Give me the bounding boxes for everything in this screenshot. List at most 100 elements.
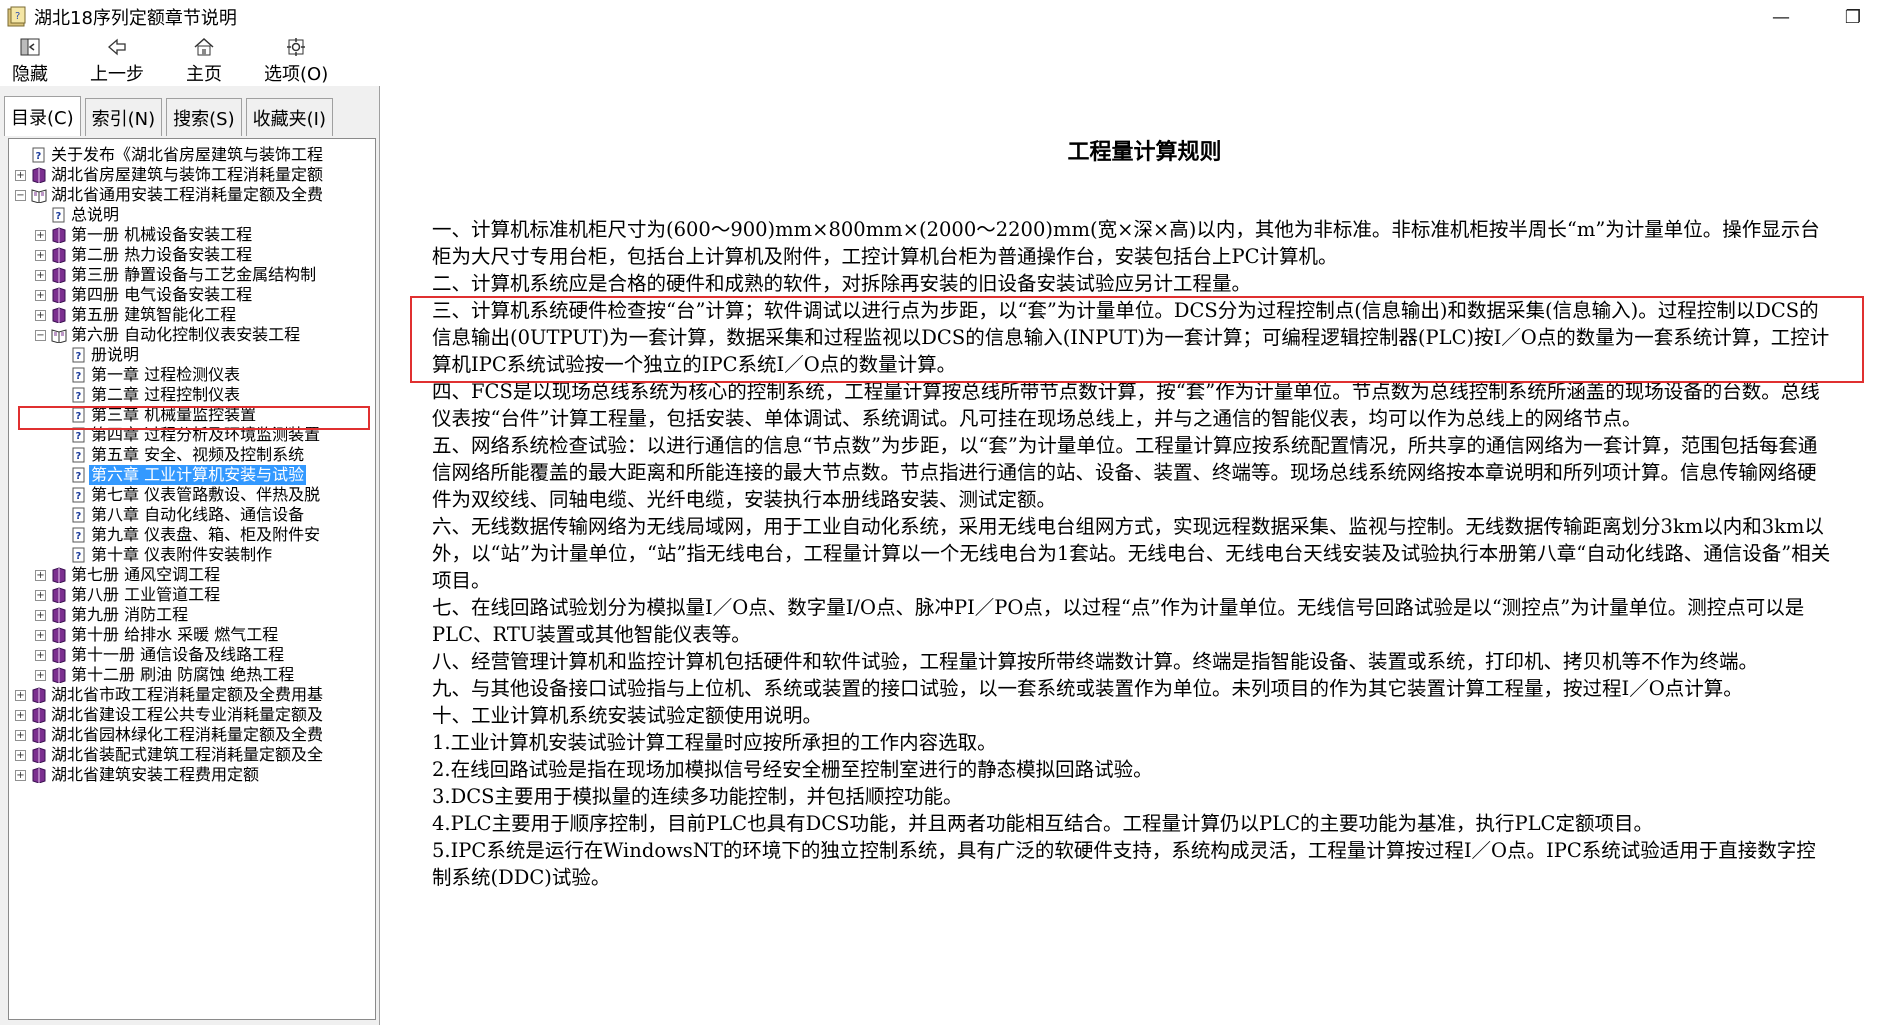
- expand-icon[interactable]: +: [35, 250, 46, 261]
- help-page-icon: ?: [71, 467, 87, 483]
- tree-item[interactable]: + 第七册 通风空调工程: [9, 565, 375, 585]
- content-pane[interactable]: 工程量计算规则 一、计算机标准机柜尺寸为(600～900)mm×800mm×(2…: [384, 86, 1889, 1025]
- help-page-icon: ?: [71, 347, 87, 363]
- tree-item[interactable]: ? 第一章 过程检测仪表: [9, 365, 375, 385]
- help-page-icon: ?: [71, 547, 87, 563]
- expand-icon[interactable]: +: [15, 750, 26, 761]
- book-closed-icon: [51, 587, 67, 604]
- tree-item[interactable]: + 第十一册 通信设备及线路工程: [9, 645, 375, 665]
- help-page-icon: ?: [31, 147, 47, 163]
- home-button[interactable]: 主页: [186, 36, 222, 86]
- maximize-button[interactable]: ❐: [1817, 0, 1889, 34]
- tree-item[interactable]: + 湖北省建筑安装工程费用定额: [9, 765, 375, 785]
- expand-icon[interactable]: +: [35, 270, 46, 281]
- tree-item[interactable]: + 第十册 给排水 采暖 燃气工程: [9, 625, 375, 645]
- tree-item[interactable]: ? 第十章 仪表附件安装制作: [9, 545, 375, 565]
- svg-text:?: ?: [15, 11, 20, 22]
- svg-text:?: ?: [76, 431, 82, 442]
- expand-icon[interactable]: +: [35, 610, 46, 621]
- tree-item[interactable]: ? 第八章 自动化线路、通信设备: [9, 505, 375, 525]
- tree-item[interactable]: ? 关于发布《湖北省房屋建筑与装饰工程: [9, 145, 375, 165]
- svg-text:?: ?: [36, 151, 42, 162]
- tree-item-label: 第十二册 刷油 防腐蚀 绝热工程: [71, 665, 295, 684]
- tree-item-label: 关于发布《湖北省房屋建筑与装饰工程: [51, 145, 324, 164]
- tree-item[interactable]: + 湖北省建设工程公共专业消耗量定额及: [9, 705, 375, 725]
- document-paragraph: 2.在线回路试验是指在现场加模拟信号经安全栅至控制室进行的静态模拟回路试验。: [432, 758, 1153, 781]
- tree-item[interactable]: + 湖北省市政工程消耗量定额及全费用基: [9, 685, 375, 705]
- svg-text:?: ?: [76, 491, 82, 502]
- tree-item[interactable]: + 湖北省房屋建筑与装饰工程消耗量定额: [9, 165, 375, 185]
- svg-text:?: ?: [76, 511, 82, 522]
- book-closed-icon: [51, 627, 67, 644]
- tree-item[interactable]: + 第五册 建筑智能化工程: [9, 305, 375, 325]
- expand-icon[interactable]: +: [35, 570, 46, 581]
- tree-item[interactable]: ? 第七章 仪表管路敷设、伴热及脱: [9, 485, 375, 505]
- expand-icon[interactable]: +: [35, 310, 46, 321]
- book-closed-icon: [51, 567, 67, 584]
- toolbar: 隐藏 上一步 主页 选项(O): [0, 34, 1889, 86]
- tree-item[interactable]: + 湖北省装配式建筑工程消耗量定额及全: [9, 745, 375, 765]
- svg-text:?: ?: [76, 351, 82, 362]
- help-page-icon: ?: [71, 387, 87, 403]
- highlight-annotation-tree: [18, 406, 370, 430]
- book-closed-icon: [31, 687, 47, 704]
- svg-text:?: ?: [76, 551, 82, 562]
- options-button[interactable]: 选项(O): [264, 36, 328, 86]
- tree-item[interactable]: + 第三册 静置设备与工艺金属结构制: [9, 265, 375, 285]
- document-paragraph: 5.IPC系统是运行在WindowsNT的环境下的独立控制系统，具有广泛的软硬件…: [432, 839, 1816, 889]
- tree-item[interactable]: + 第二册 热力设备安装工程: [9, 245, 375, 265]
- tree-item-label: 湖北省建设工程公共专业消耗量定额及: [51, 705, 324, 724]
- tree-item-label: 第九册 消防工程: [71, 605, 189, 624]
- back-button[interactable]: 上一步: [90, 36, 144, 86]
- tree-item[interactable]: ? 第五章 安全、视频及控制系统: [9, 445, 375, 465]
- expand-icon[interactable]: +: [15, 710, 26, 721]
- tree-item-label: 第二册 热力设备安装工程: [71, 245, 253, 264]
- svg-text:?: ?: [76, 371, 82, 382]
- tree-item[interactable]: + 第一册 机械设备安装工程: [9, 225, 375, 245]
- book-closed-icon: [51, 287, 67, 304]
- tree-item[interactable]: ? 册说明: [9, 345, 375, 365]
- document-paragraph: 二、计算机系统应是合格的硬件和成熟的软件，对拆除再安装的旧设备安装试验应另计工程…: [432, 272, 1252, 295]
- tree-item[interactable]: ? 总说明: [9, 205, 375, 225]
- expand-icon[interactable]: +: [35, 290, 46, 301]
- minimize-button[interactable]: —: [1745, 0, 1817, 34]
- tree-item[interactable]: − 第六册 自动化控制仪表安装工程: [9, 325, 375, 345]
- expand-icon[interactable]: +: [15, 690, 26, 701]
- expand-icon[interactable]: +: [15, 170, 26, 181]
- collapse-icon[interactable]: −: [35, 330, 46, 341]
- expand-icon[interactable]: +: [15, 730, 26, 741]
- tab-contents[interactable]: 目录(C): [4, 96, 81, 136]
- book-closed-icon: [51, 247, 67, 264]
- nav-tabs: 目录(C) 索引(N) 搜索(S) 收藏夹(I): [4, 96, 337, 138]
- tree-item[interactable]: ? 第九章 仪表盘、箱、柜及附件安: [9, 525, 375, 545]
- expand-icon[interactable]: +: [15, 770, 26, 781]
- svg-text:?: ?: [56, 211, 62, 222]
- expand-icon[interactable]: +: [35, 630, 46, 641]
- expand-icon[interactable]: +: [35, 590, 46, 601]
- tree-item-label: 第十章 仪表附件安装制作: [91, 545, 273, 564]
- tab-favorites[interactable]: 收藏夹(I): [245, 98, 333, 136]
- tree-item[interactable]: + 第九册 消防工程: [9, 605, 375, 625]
- hide-button[interactable]: 隐藏: [12, 36, 48, 86]
- collapse-icon[interactable]: −: [15, 190, 26, 201]
- tree-item[interactable]: + 湖北省园林绿化工程消耗量定额及全费: [9, 725, 375, 745]
- tab-index[interactable]: 索引(N): [84, 98, 163, 136]
- tree-item[interactable]: + 第十二册 刷油 防腐蚀 绝热工程: [9, 665, 375, 685]
- expand-icon[interactable]: +: [35, 650, 46, 661]
- tree-item[interactable]: − 湖北省通用安装工程消耗量定额及全费: [9, 185, 375, 205]
- tab-search[interactable]: 搜索(S): [166, 98, 242, 136]
- tree-item[interactable]: ? 第二章 过程控制仪表: [9, 385, 375, 405]
- contents-tree[interactable]: ? 关于发布《湖北省房屋建筑与装饰工程 + 湖北省房屋建筑与装饰工程消耗量定额 − 湖北省…: [8, 138, 376, 1020]
- book-open-icon: [31, 187, 47, 204]
- svg-text:?: ?: [76, 391, 82, 402]
- tree-item[interactable]: + 第四册 电气设备安装工程: [9, 285, 375, 305]
- book-closed-icon: [31, 767, 47, 784]
- expand-icon[interactable]: +: [35, 670, 46, 681]
- book-closed-icon: [51, 607, 67, 624]
- expand-icon[interactable]: +: [35, 230, 46, 241]
- tree-item[interactable]: ? 第六章 工业计算机安装与试验: [9, 465, 375, 485]
- tree-item-label: 湖北省建筑安装工程费用定额: [51, 765, 260, 784]
- back-label: 上一步: [90, 64, 144, 85]
- tree-item[interactable]: + 第八册 工业管道工程: [9, 585, 375, 605]
- svg-text:?: ?: [76, 451, 82, 462]
